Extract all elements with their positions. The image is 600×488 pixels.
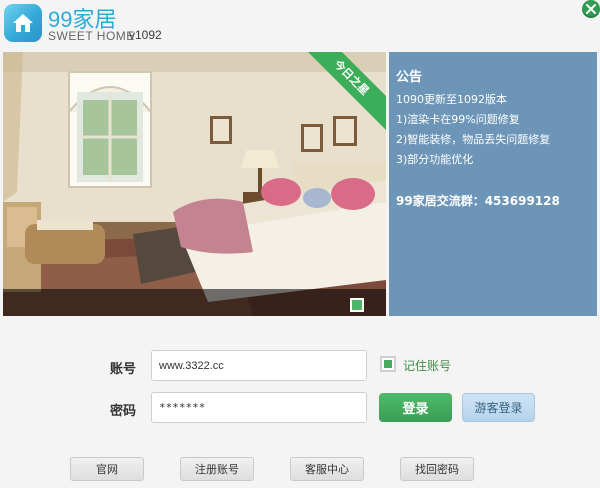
banner-caption-strip [3,289,386,316]
notice-group-text: 99家居交流群：453699128 [396,194,560,208]
house-logo-icon [4,4,42,42]
remember-account-checkbox[interactable] [380,356,396,372]
notice-line: 1090更新至1092版本 [396,93,507,106]
close-button[interactable] [582,0,600,18]
notice-panel: 公告 1090更新至1092版本 1)渲染卡在99%问题修复 2)智能装修，物品… [389,52,597,316]
register-button[interactable]: 注册账号 [180,457,254,481]
notice-line: 2)智能装修，物品丢失问题修复 [396,133,551,146]
username-input[interactable] [151,350,367,381]
notice-line: 3)部分功能优化 [396,153,474,166]
close-icon [586,4,596,14]
password-label: 密码 [110,404,137,419]
title-bar: 99家居 SWEET HOME v1092 [0,0,600,52]
notice-line: 1)渲染卡在99%问题修复 [396,113,520,126]
recover-password-button[interactable]: 找回密码 [400,457,474,481]
banner-toggle-square[interactable] [350,298,364,312]
remember-account-label[interactable]: 记住账号 [403,357,451,374]
notice-title: 公告 [396,70,423,85]
password-input[interactable] [151,392,367,423]
app-subtitle: SWEET HOME [48,29,135,43]
support-center-button[interactable]: 客服中心 [290,457,364,481]
login-button[interactable]: 登录 [379,393,452,422]
official-site-button[interactable]: 官网 [70,457,144,481]
app-version: v1092 [129,28,162,42]
banner-image: 今日之星 [3,52,386,316]
guest-login-button[interactable]: 游客登录 [462,393,535,422]
username-label: 账号 [110,362,137,377]
